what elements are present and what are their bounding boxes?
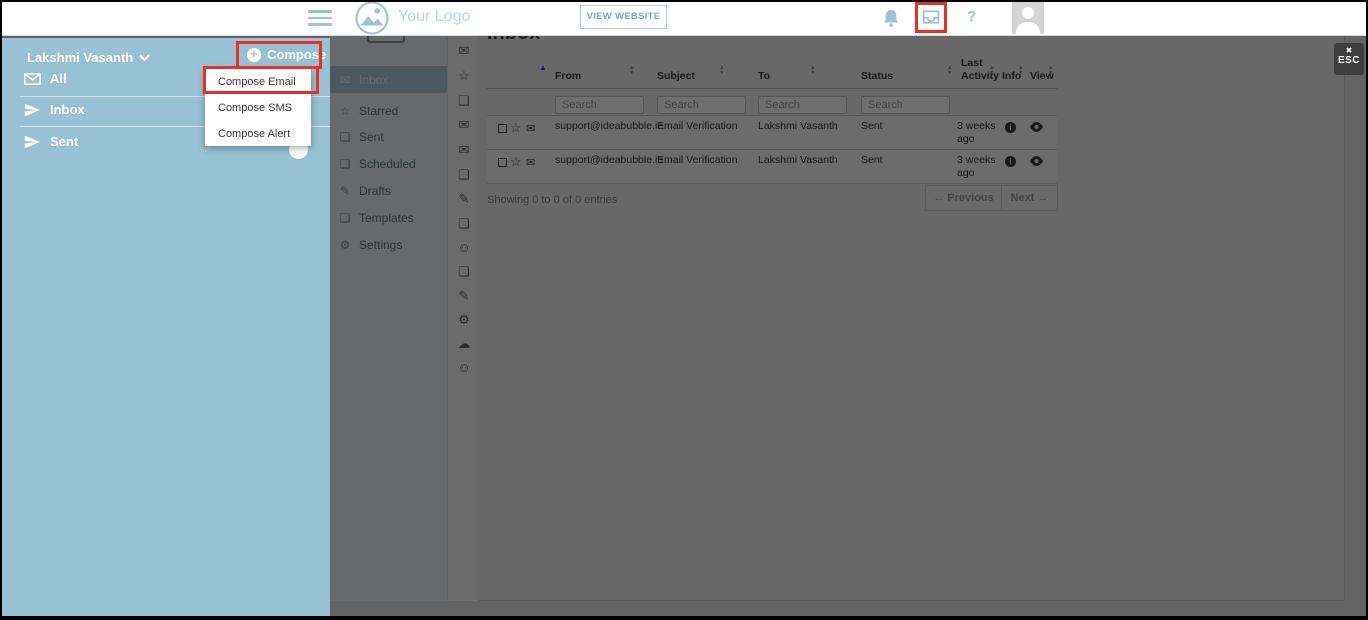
panel-item-sent[interactable]: Sent [24, 134, 78, 149]
top-header: Your Logo VIEW WEBSITE ? [0, 0, 1368, 36]
envelope-icon [24, 73, 41, 85]
paper-plane-icon [24, 103, 41, 117]
app-window: ✉ Inbox ☆ Starred ❏ Sent ❏ Scheduled ✎ D… [0, 0, 1368, 620]
esc-button[interactable]: ✖ ESC [1334, 43, 1364, 75]
view-website-button[interactable]: VIEW WEBSITE [580, 5, 667, 29]
chevron-down-icon [139, 54, 150, 62]
help-icon[interactable]: ? [967, 8, 976, 25]
paper-plane-icon [24, 135, 41, 149]
menu-item-compose-sms[interactable]: Compose SMS [218, 102, 292, 114]
user-name: Lakshmi Vasanth [27, 50, 133, 65]
quick-mail-panel: Lakshmi Vasanth + Compose All Inbox Sent… [0, 38, 330, 616]
menu-item-compose-alert[interactable]: Compose Alert [218, 128, 290, 140]
highlight-box-compose [236, 41, 322, 69]
highlight-box-inbox-tray [915, 2, 947, 33]
avatar[interactable] [1012, 2, 1044, 34]
panel-item-inbox[interactable]: Inbox [24, 102, 85, 117]
notifications-bell-icon[interactable] [883, 9, 899, 27]
logo-text: Your Logo [398, 8, 470, 26]
logo-icon[interactable] [355, 1, 389, 35]
user-menu[interactable]: Lakshmi Vasanth [27, 50, 150, 65]
panel-item-all[interactable]: All [24, 71, 67, 86]
close-icon: ✖ [1334, 47, 1364, 55]
highlight-box-compose-email [203, 66, 319, 94]
hamburger-menu-icon[interactable] [308, 10, 332, 30]
